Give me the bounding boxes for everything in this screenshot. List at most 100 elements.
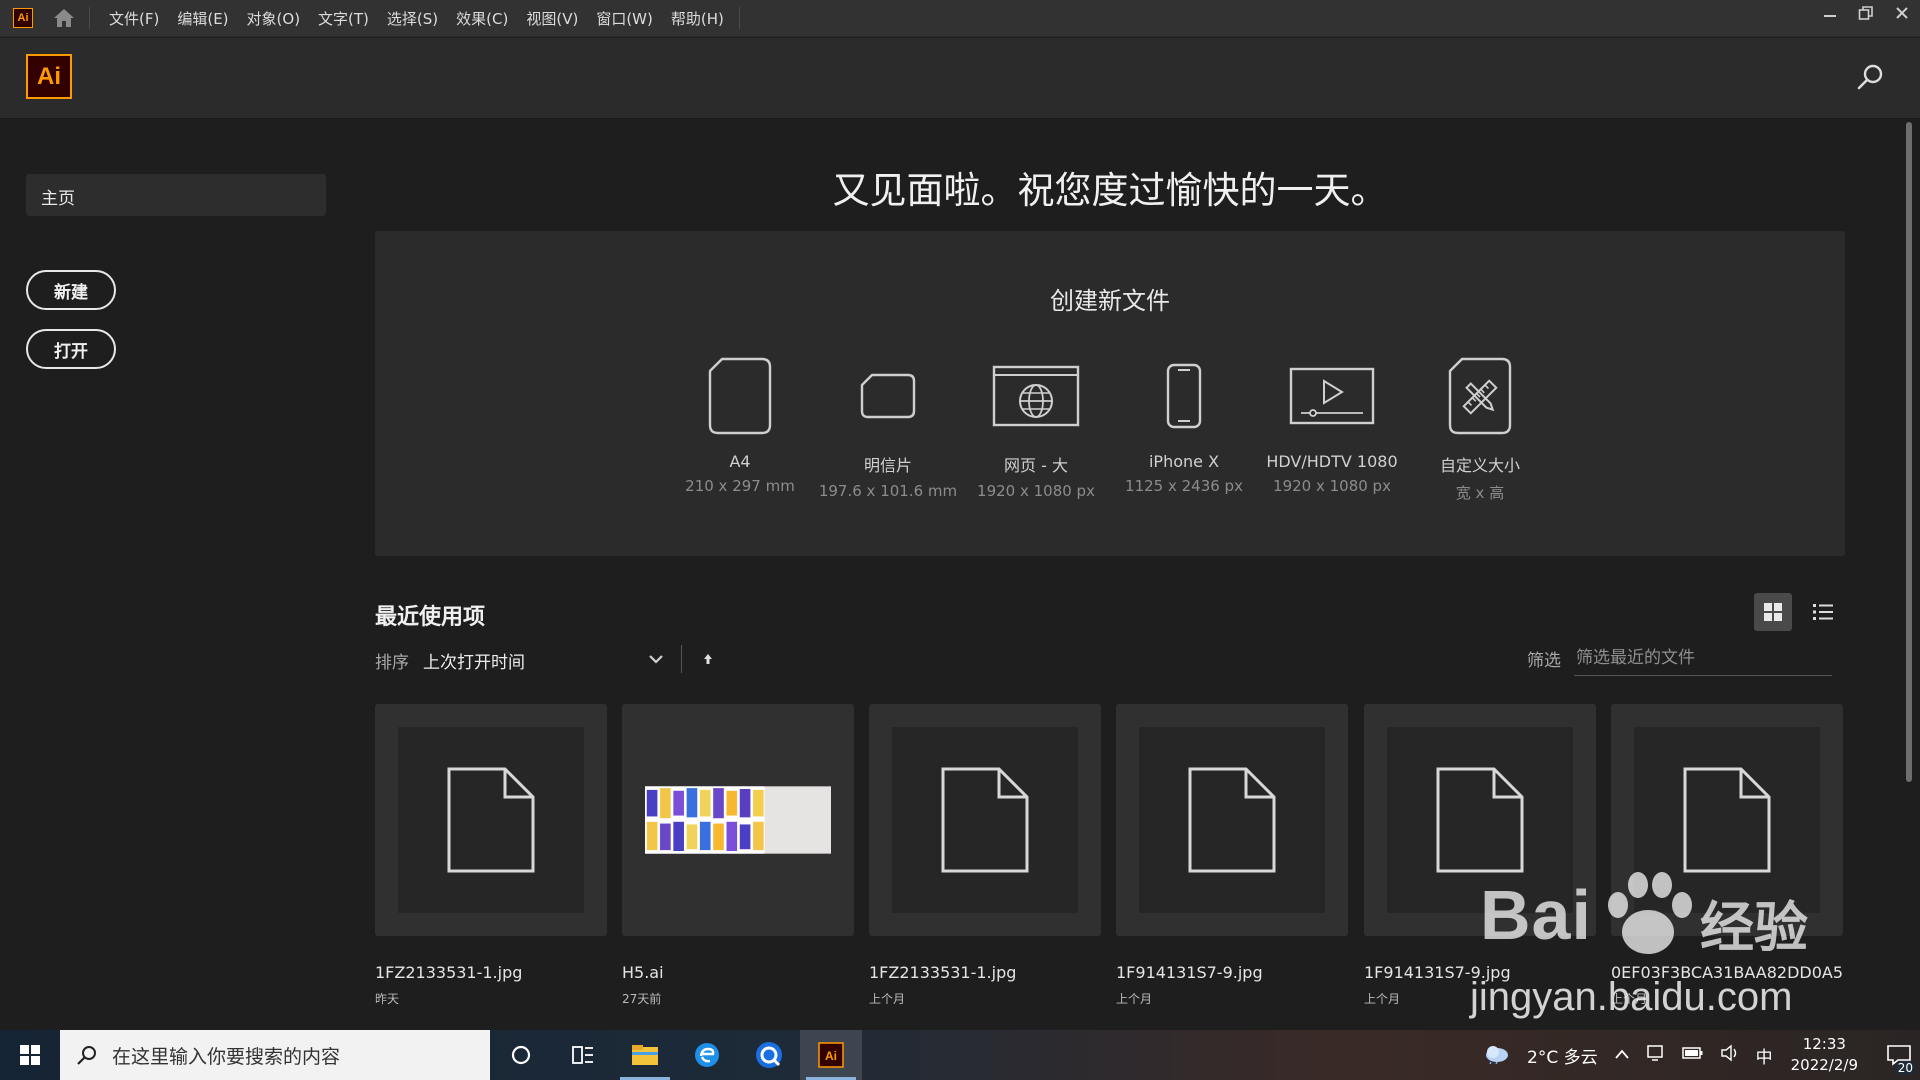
web-icon [962, 356, 1110, 436]
file-name[interactable]: 1FZ2133531-1.jpg [869, 963, 1101, 982]
ime-indicator[interactable]: 中 [1756, 1043, 1773, 1068]
file-time: 27天前 [622, 992, 662, 1006]
artboard-preview-image [645, 786, 831, 854]
file-name[interactable]: 1FZ2133531-1.jpg [375, 963, 607, 982]
preset-a4[interactable]: A4 210 x 297 mm [666, 356, 814, 495]
sidebar-item-home[interactable]: 主页 [26, 174, 326, 216]
menu-help[interactable]: 帮助(H) [662, 8, 733, 29]
postcard-icon [814, 356, 962, 436]
document-icon [447, 767, 535, 873]
weather-text[interactable]: 2°C 多云 [1527, 1043, 1598, 1068]
task-view-icon[interactable] [552, 1030, 614, 1080]
preset-name: 自定义大小 [1439, 456, 1520, 475]
battery-icon[interactable] [1681, 1045, 1704, 1065]
file-name[interactable]: H5.ai [622, 963, 854, 982]
file-thumbnail [892, 727, 1078, 913]
recent-file-card[interactable] [622, 704, 854, 936]
notification-count: 20 [1894, 1061, 1916, 1075]
file-name[interactable]: 1F914131S7-9.jpg [1364, 963, 1596, 982]
recent-file-card[interactable] [1364, 704, 1596, 936]
preset-postcard[interactable]: 明信片 197.6 x 101.6 mm [814, 356, 962, 500]
menu-bar: Ai 文件(F) 编辑(E) 对象(O) 文字(T) 选择(S) 效果(C) 视… [0, 0, 1920, 37]
sort-direction-icon[interactable] [700, 648, 716, 670]
browser-icon[interactable] [738, 1030, 800, 1080]
network-icon[interactable] [1646, 1044, 1666, 1067]
sort-dropdown[interactable]: 上次打开时间 [423, 648, 525, 673]
volume-icon[interactable] [1720, 1044, 1740, 1067]
system-tray: 2°C 多云 中 12:33 2022/2/9 20 [1475, 1030, 1920, 1080]
file-thumbnail [645, 727, 831, 913]
menu-effect[interactable]: 效果(C) [447, 8, 517, 29]
preset-size: 1920 x 1080 px [1273, 477, 1391, 495]
menu-separator [89, 7, 90, 29]
file-name[interactable]: 0EF03F3BCA31BAA82DD0A5... [1611, 963, 1843, 982]
recent-file-card[interactable] [869, 704, 1101, 936]
recent-file-card[interactable] [1611, 704, 1843, 936]
menu-edit[interactable]: 编辑(E) [168, 8, 237, 29]
file-name[interactable]: 1F914131S7-9.jpg [1116, 963, 1348, 982]
taskbar-search-box[interactable]: 在这里输入你要搜索的内容 [60, 1030, 490, 1080]
grid-view-icon[interactable] [1754, 593, 1792, 631]
close-icon[interactable] [1884, 0, 1920, 26]
home-icon[interactable] [51, 6, 77, 30]
file-explorer-icon[interactable] [614, 1030, 676, 1080]
menu-type[interactable]: 文字(T) [309, 8, 378, 29]
menu-window[interactable]: 窗口(W) [587, 8, 662, 29]
preset-custom-size[interactable]: 自定义大小 宽 x 高 [1406, 356, 1554, 503]
preset-size: 197.6 x 101.6 mm [818, 482, 958, 500]
page-icon [666, 356, 814, 436]
scrollbar[interactable] [1906, 122, 1912, 782]
document-icon [941, 767, 1029, 873]
taskbar-search-placeholder: 在这里输入你要搜索的内容 [112, 1045, 341, 1068]
chevron-down-icon[interactable] [645, 648, 667, 670]
chevron-up-icon[interactable] [1614, 1045, 1630, 1065]
notification-icon[interactable]: 20 [1878, 1030, 1920, 1080]
windows-start-icon[interactable] [0, 1030, 60, 1080]
preset-name: A4 [729, 452, 751, 471]
edge-icon[interactable] [676, 1030, 738, 1080]
menu-list: 文件(F) 编辑(E) 对象(O) 文字(T) 选择(S) 效果(C) 视图(V… [100, 8, 733, 29]
file-time: 上个月 [1611, 992, 1648, 1006]
app-icon: Ai [13, 8, 33, 28]
svg-text:Ai: Ai [825, 1049, 837, 1063]
illustrator-home-screen: Ai 文件(F) 编辑(E) 对象(O) 文字(T) 选择(S) 效果(C) 视… [0, 0, 1920, 1080]
preset-iphone-x[interactable]: iPhone X 1125 x 2436 px [1110, 356, 1258, 495]
restore-icon[interactable] [1848, 0, 1884, 26]
menu-separator [738, 7, 740, 29]
document-icon [1436, 767, 1524, 873]
file-thumbnail [1634, 727, 1820, 913]
windows-taskbar: 在这里输入你要搜索的内容 Ai 2°C 多云 中 12:33 2022/2/9 … [0, 1030, 1920, 1080]
recent-file-card[interactable] [1116, 704, 1348, 936]
illustrator-taskbar-icon[interactable]: Ai [800, 1030, 862, 1080]
preset-web-large[interactable]: 网页 - 大 1920 x 1080 px [962, 356, 1110, 500]
app-logo: Ai [26, 54, 72, 99]
preset-name: 网页 - 大 [1004, 456, 1068, 475]
preset-name: 明信片 [863, 456, 912, 475]
preset-size: 宽 x 高 [1455, 484, 1505, 502]
menu-select[interactable]: 选择(S) [378, 8, 447, 29]
clock[interactable]: 12:33 2022/2/9 [1791, 1034, 1858, 1076]
weather-icon[interactable] [1483, 1042, 1511, 1069]
preset-name: iPhone X [1148, 452, 1220, 471]
document-icon [1188, 767, 1276, 873]
cortana-icon[interactable] [490, 1030, 552, 1080]
video-icon [1258, 356, 1406, 436]
filter-input[interactable] [1574, 640, 1832, 676]
list-view-icon[interactable] [1804, 593, 1842, 631]
menu-object[interactable]: 对象(O) [238, 8, 310, 29]
new-button[interactable]: 新建 [26, 270, 116, 310]
filter-label: 筛选 [1527, 651, 1561, 671]
preset-size: 1125 x 2436 px [1125, 477, 1243, 495]
menu-view[interactable]: 视图(V) [517, 8, 587, 29]
header-bar: Ai [0, 38, 1920, 119]
open-button[interactable]: 打开 [26, 329, 116, 369]
file-thumbnail [1139, 727, 1325, 913]
clock-date: 2022/2/9 [1790, 1056, 1858, 1074]
menu-file[interactable]: 文件(F) [100, 8, 168, 29]
minimize-icon[interactable] [1812, 0, 1848, 26]
preset-size: 210 x 297 mm [685, 477, 795, 495]
search-icon [77, 1046, 96, 1065]
search-icon[interactable] [1856, 62, 1886, 92]
recent-file-card[interactable] [375, 704, 607, 936]
preset-hdtv[interactable]: HDV/HDTV 1080 1920 x 1080 px [1258, 356, 1406, 495]
